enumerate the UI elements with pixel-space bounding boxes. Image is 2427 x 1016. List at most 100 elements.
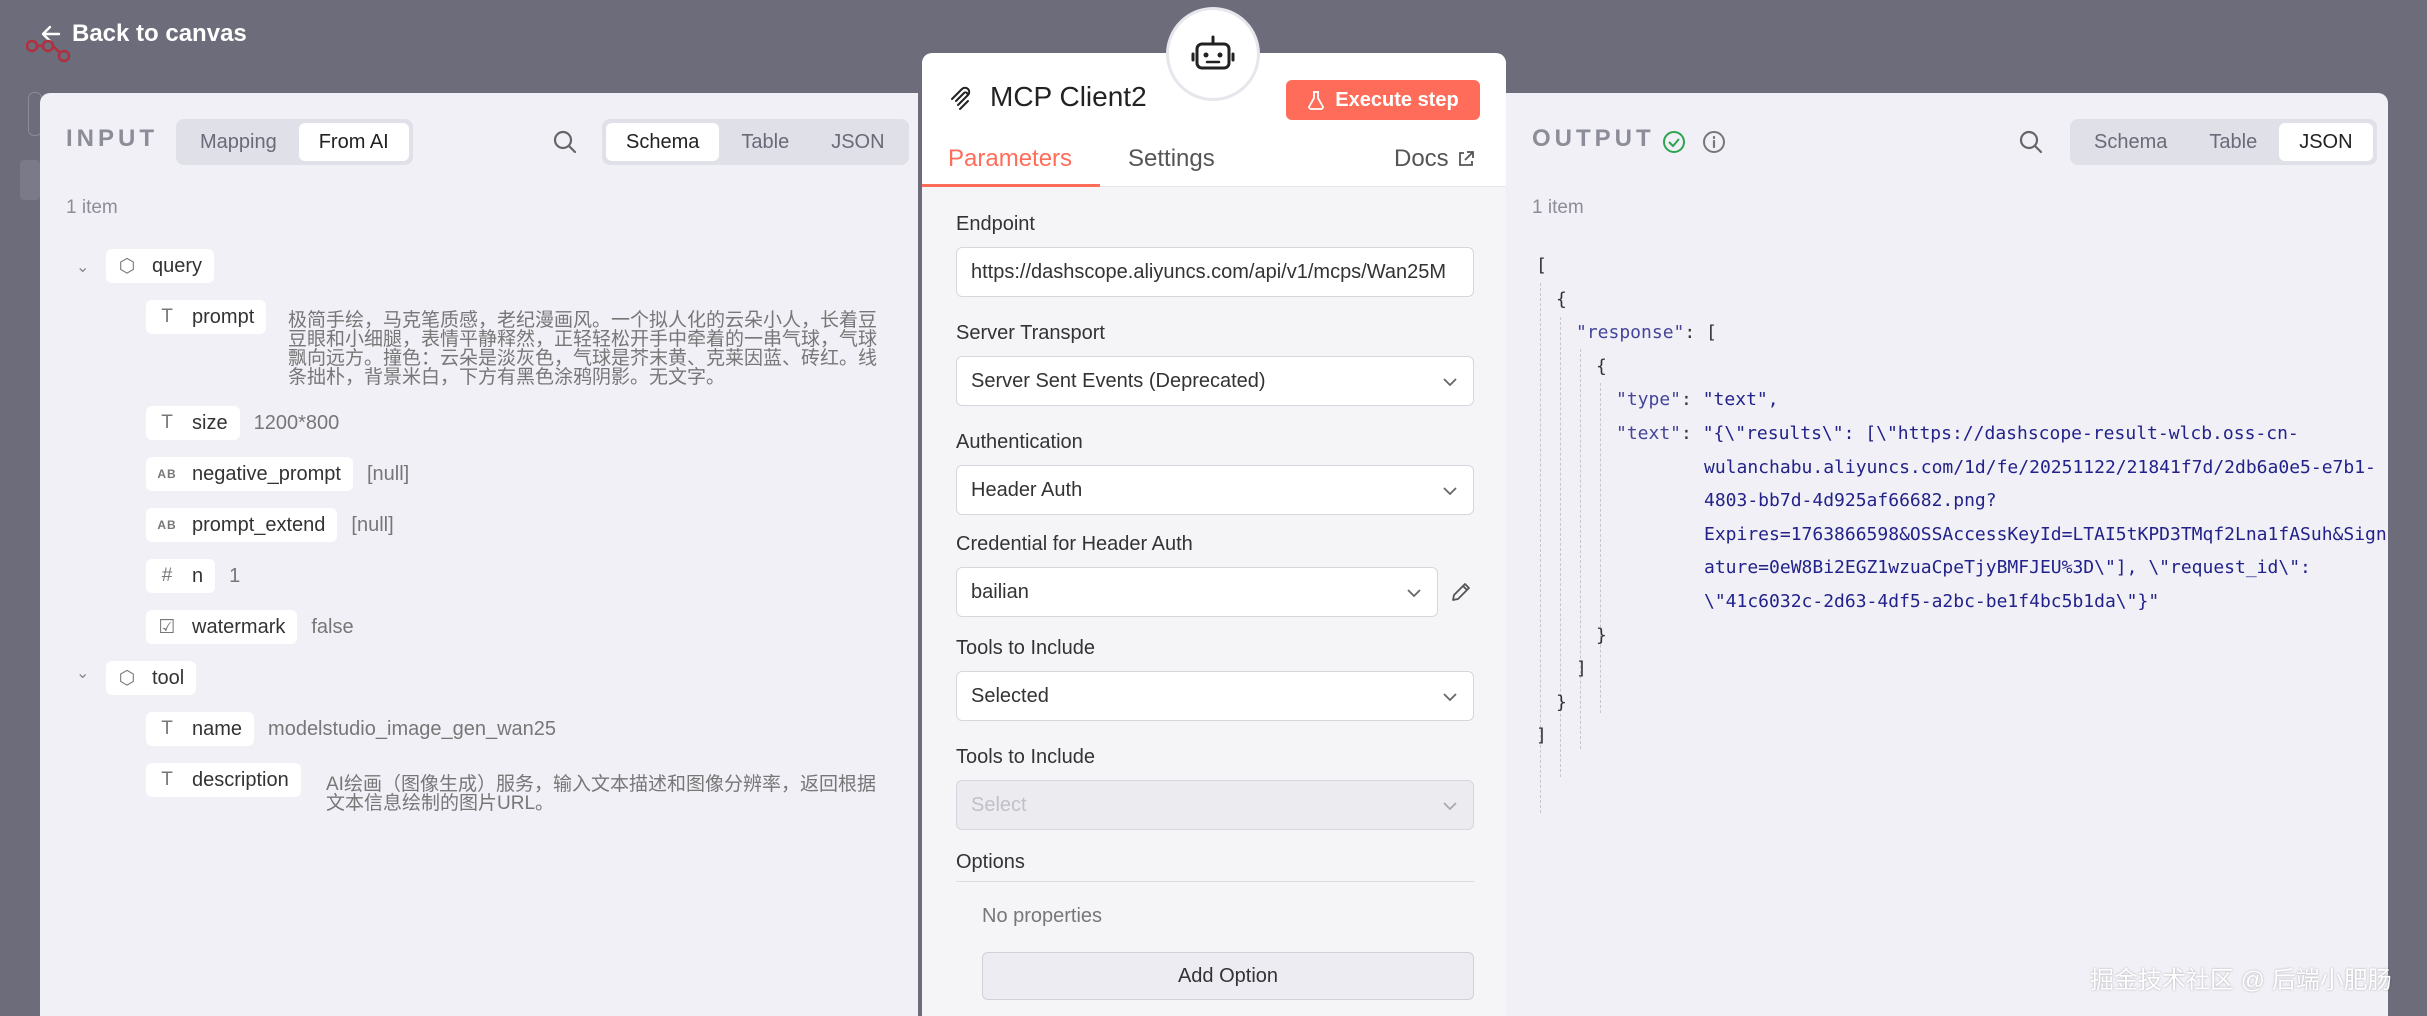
watermark-value: false <box>311 615 354 638</box>
json-line: \"41c6032c-2d63-4df5-a2bc-be1f4bc5b1da\"… <box>1704 590 2160 612</box>
node-label: tool <box>152 666 185 689</box>
endpoint-label: Endpoint <box>956 213 1035 235</box>
chevron-down-icon <box>1407 589 1421 598</box>
execute-step-button[interactable]: Execute step <box>1286 80 1480 120</box>
chevron-down-icon[interactable]: ⌄ <box>76 663 89 683</box>
field-watermark[interactable]: ☑ watermark false <box>146 610 354 644</box>
tools-value: Selected <box>971 684 1049 707</box>
input-title: INPUT <box>66 125 158 152</box>
field-key: size <box>192 411 228 434</box>
tab-table[interactable]: Table <box>721 123 809 161</box>
external-link-icon <box>1458 151 1474 166</box>
success-check-icon <box>1663 131 1685 153</box>
pencil-icon[interactable] <box>1448 579 1474 605</box>
input-view-tabs: Schema Table JSON <box>602 119 909 165</box>
execute-step-label: Execute step <box>1335 88 1459 111</box>
field-key: prompt <box>192 305 255 328</box>
options-label: Options <box>956 851 1025 873</box>
field-prompt[interactable]: Tprompt <box>146 300 267 334</box>
background-element <box>20 160 40 200</box>
json-line: "response": [ <box>1576 322 1717 344</box>
search-icon[interactable] <box>2018 129 2044 155</box>
node-label: query <box>152 254 203 277</box>
node-settings-card: MCP Client2 Execute step Parameters Sett… <box>922 53 1506 1016</box>
input-mode-tabs: Mapping From AI <box>176 119 413 165</box>
tab-parameters[interactable]: Parameters <box>948 145 1072 173</box>
field-prompt-extend[interactable]: AB prompt_extend [null] <box>146 508 394 542</box>
string-type-icon: AB <box>157 467 177 481</box>
json-line: 4803-bb7d-4d925af66682.png? <box>1704 490 1997 512</box>
add-option-button[interactable]: Add Option <box>982 952 1474 1000</box>
logo-icon <box>26 39 71 63</box>
json-line: wulanchabu.aliyuncs.com/1d/fe/20251122/2… <box>1704 456 2376 478</box>
cube-icon: ⬡ <box>118 667 136 689</box>
field-size[interactable]: Tsize 1200*800 <box>146 406 339 440</box>
chevron-down-icon <box>1443 378 1457 387</box>
json-line: ] <box>1576 658 1587 680</box>
text-type-icon: T <box>161 412 173 433</box>
json-line: [ <box>1536 255 1547 276</box>
tab-schema[interactable]: Schema <box>606 123 720 161</box>
json-line: { <box>1556 288 1567 310</box>
tree-node-query[interactable]: ⬡ query <box>106 249 215 283</box>
node-title: MCP Client2 <box>990 81 1147 112</box>
flask-icon <box>1308 91 1325 110</box>
tab-table[interactable]: Table <box>2189 123 2277 161</box>
node-avatar <box>1166 7 1260 101</box>
chevron-down-icon <box>1443 802 1457 811</box>
size-value: 1200*800 <box>253 411 340 434</box>
tab-json[interactable]: JSON <box>811 123 904 161</box>
tab-from-ai[interactable]: From AI <box>298 123 409 161</box>
json-line: ature=0eW8Bi2EGZ1wzuaCpeTjyBMFJEU%3D\"],… <box>1704 557 2311 579</box>
credential-select[interactable]: bailian <box>956 567 1438 617</box>
tab-schema[interactable]: Schema <box>2074 123 2187 161</box>
tree-node-tool[interactable]: ⬡ tool <box>106 661 197 695</box>
name-value: modelstudio_image_gen_wan25 <box>268 717 557 740</box>
transport-select[interactable]: Server Sent Events (Deprecated) <box>956 356 1474 406</box>
description-value: AI绘画（图像生成）服务，输入文本描述和图像分辨率，返回根据文本信息绘制的图片U… <box>326 774 876 814</box>
back-label: Back to canvas <box>72 20 247 47</box>
json-line: "type": "text", <box>1616 389 1779 411</box>
hash-icon: # <box>161 565 173 586</box>
item-count: 1 item <box>66 197 118 218</box>
field-description[interactable]: Tdescription <box>146 763 301 797</box>
options-divider <box>956 881 1474 882</box>
tab-json[interactable]: JSON <box>2279 123 2373 161</box>
tools-label: Tools to Include <box>956 637 1095 659</box>
credential-value: bailian <box>971 580 1029 603</box>
docs-link[interactable]: Docs <box>1394 145 1475 173</box>
prompt-value: 极简手绘，马克笔质感，老纪漫画风。一个拟人化的云朵小人，长着豆豆眼和小细腿，表情… <box>288 310 878 388</box>
chevron-down-icon[interactable]: ⌄ <box>76 257 89 277</box>
negative-prompt-value: [null] <box>366 462 410 485</box>
transport-value: Server Sent Events (Deprecated) <box>971 369 1266 392</box>
output-view-tabs: Schema Table JSON <box>2070 119 2377 165</box>
auth-label: Authentication <box>956 431 1083 453</box>
field-key: watermark <box>192 615 286 638</box>
checkbox-icon: ☑ <box>158 616 176 638</box>
json-line: { <box>1596 355 1607 377</box>
json-line: Expires=1763866598&OSSAccessKeyId=LTAI5t… <box>1704 523 2387 545</box>
field-n[interactable]: # n 1 <box>146 559 240 593</box>
authentication-select[interactable]: Header Auth <box>956 465 1474 515</box>
robot-icon <box>1191 35 1235 70</box>
n-value: 1 <box>229 564 241 587</box>
tools-select-disabled[interactable]: Select <box>956 780 1474 830</box>
text-type-icon: T <box>161 718 173 739</box>
tab-settings[interactable]: Settings <box>1128 145 1215 173</box>
output-panel: OUTPUT Schema Table JSON 1 item [ { "res… <box>1506 93 2388 1016</box>
field-key: negative_prompt <box>192 462 341 485</box>
field-key: name <box>192 717 243 740</box>
mcp-icon <box>951 86 971 110</box>
search-icon[interactable] <box>552 129 578 155</box>
json-line: ] <box>1536 725 1547 747</box>
docs-label: Docs <box>1394 145 1449 172</box>
json-line: } <box>1556 691 1567 713</box>
endpoint-field[interactable]: https://dashscope.aliyuncs.com/api/v1/mc… <box>956 247 1474 297</box>
info-icon[interactable] <box>1702 130 1726 154</box>
tab-mapping[interactable]: Mapping <box>180 123 297 161</box>
tools-select[interactable]: Selected <box>956 671 1474 721</box>
prompt-extend-value: [null] <box>351 513 394 536</box>
field-name[interactable]: Tname modelstudio_image_gen_wan25 <box>146 712 556 746</box>
chevron-down-icon <box>1443 487 1457 496</box>
field-negative-prompt[interactable]: AB negative_prompt [null] <box>146 457 409 491</box>
